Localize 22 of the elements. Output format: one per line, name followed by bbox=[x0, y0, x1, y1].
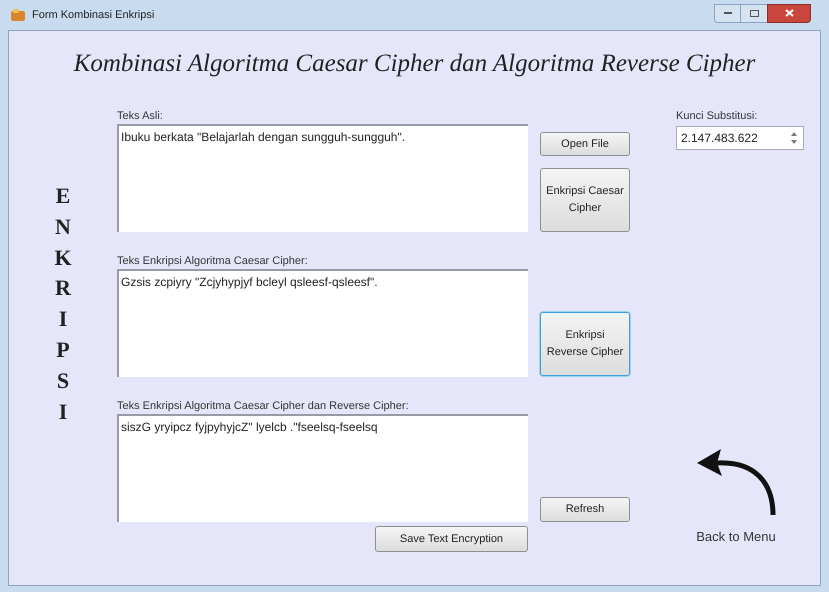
form-heading: Kombinasi Algoritma Caesar Cipher dan Algoritma Reverse Cipher bbox=[74, 49, 756, 79]
field-label: Teks Enkripsi Algoritma Caesar Cipher: bbox=[117, 254, 309, 269]
field-label: Teks Asli: bbox=[117, 109, 164, 124]
key-label: Kunci Substitusi: bbox=[676, 109, 758, 124]
text-area[interactable]: siszG yryipcz fyjpyhyjcZ" lyelcb ."fseelsq-fseelsq bbox=[117, 414, 528, 522]
back-to-menu-link[interactable]: Back to Menu bbox=[676, 442, 796, 546]
form-button[interactable]: Enkripsi Reverse Cipher bbox=[540, 312, 630, 376]
window-title: Form Kombinasi Enkripsi bbox=[32, 8, 154, 23]
text-area[interactable]: Ibuku berkata "Belajarlah dengan sungguh-sungguh". bbox=[117, 124, 528, 232]
close-icon bbox=[784, 9, 794, 17]
app-icon bbox=[10, 8, 26, 22]
field-label: Teks Enkripsi Algoritma Caesar Cipher dan Reverse Cipher: bbox=[117, 399, 410, 414]
form-button[interactable]: Refresh bbox=[540, 497, 630, 522]
form-button[interactable]: Save Text Encryption bbox=[375, 526, 528, 552]
maximize-button[interactable] bbox=[741, 4, 767, 22]
close-button[interactable] bbox=[767, 4, 811, 22]
form-button[interactable]: Enkripsi Caesar Cipher bbox=[540, 168, 630, 232]
number-spinner[interactable]: 2.147.483.622 bbox=[676, 126, 804, 150]
text-area[interactable]: Gzsis zcpiyry "Zcjyhypjyf bcleyl qsleesf-qsleesf". bbox=[117, 269, 528, 377]
vertical-label: ENKRIPSI bbox=[53, 182, 73, 426]
minimize-button[interactable] bbox=[714, 4, 741, 22]
form-button[interactable]: Open File bbox=[540, 132, 630, 156]
